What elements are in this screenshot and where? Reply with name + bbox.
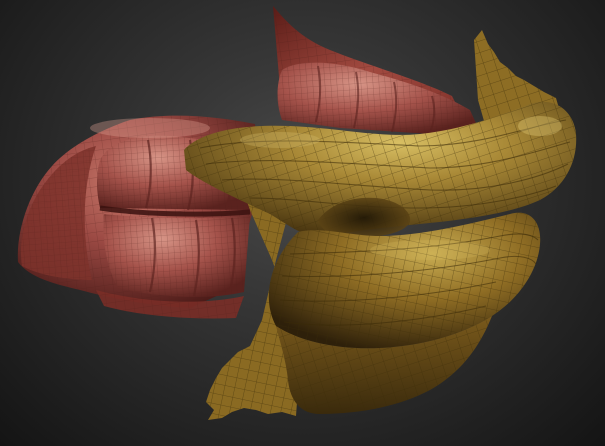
3d-viewport[interactable] xyxy=(0,0,605,446)
viewport-canvas[interactable] xyxy=(0,0,605,446)
